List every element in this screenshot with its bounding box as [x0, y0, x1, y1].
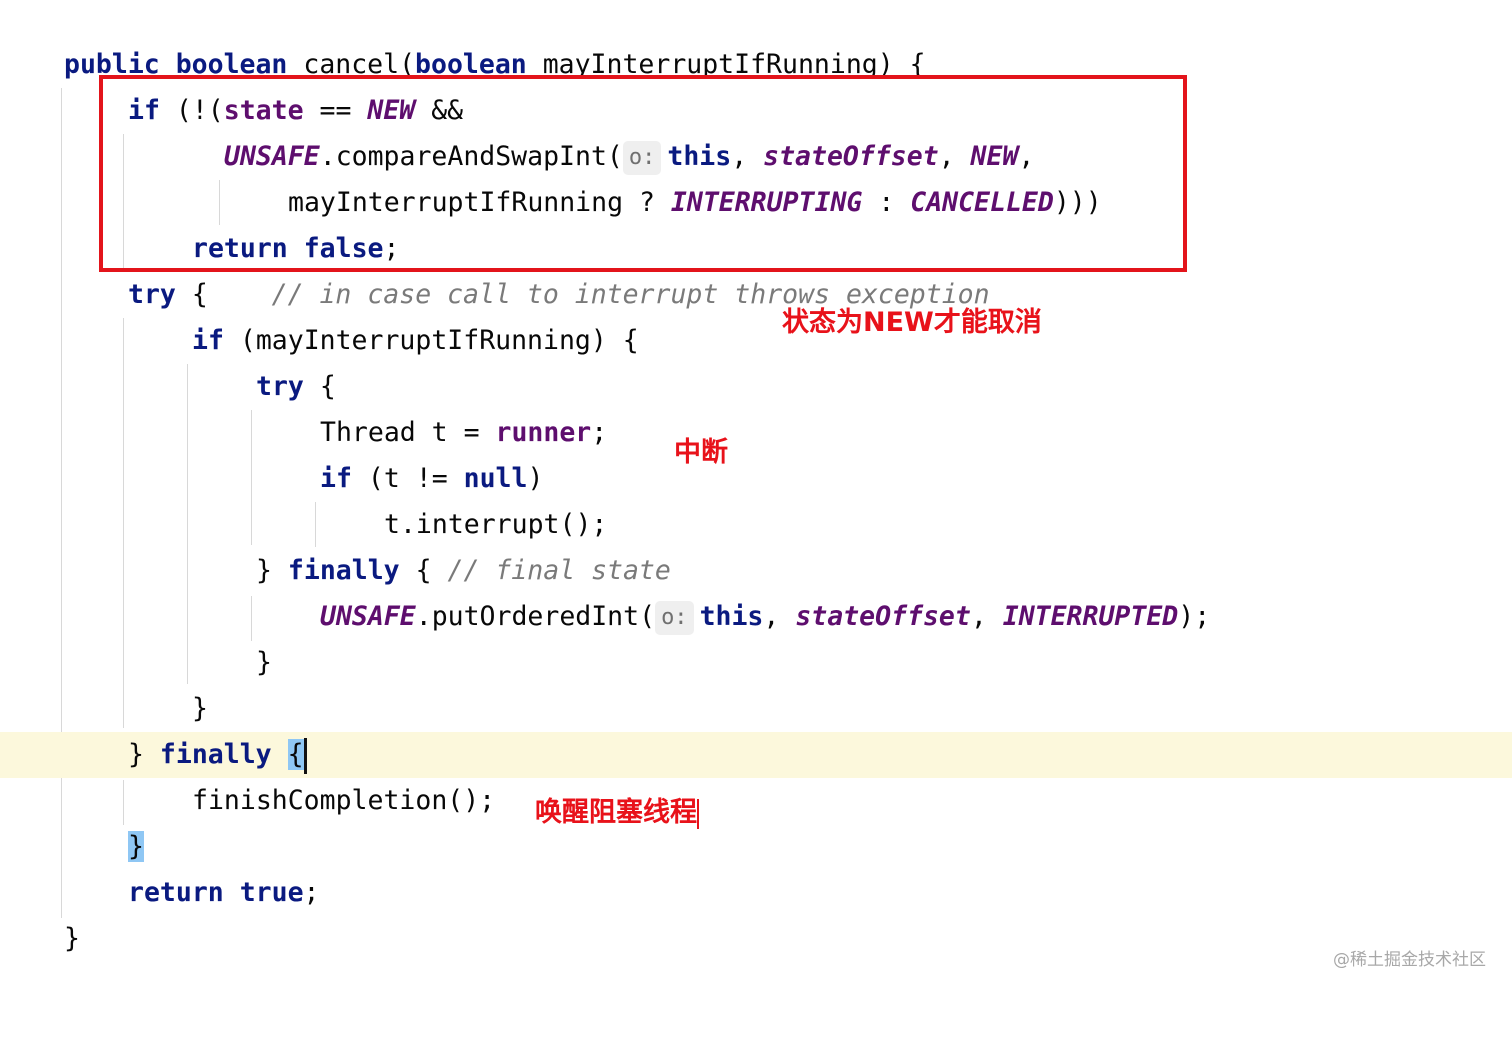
code-line[interactable]: t.interrupt();: [0, 502, 1512, 548]
code-text: (t !=: [351, 463, 464, 494]
code-text: );: [1178, 601, 1211, 632]
code-line-current[interactable]: } finally {: [0, 732, 1512, 778]
code-line[interactable]: }: [0, 686, 1512, 732]
annotation-text: 唤醒阻塞线程: [535, 797, 697, 828]
keyword: null: [463, 463, 528, 494]
keyword: if: [320, 463, 352, 494]
constant-ref: INTERRUPTED: [1002, 601, 1179, 632]
annotation-wake-blocked: 唤醒阻塞线程: [535, 790, 699, 829]
code-text: {: [303, 371, 336, 402]
code-text: ;: [303, 877, 320, 908]
keyword: try: [256, 371, 304, 402]
keyword: finally: [159, 739, 272, 770]
code-text: {: [399, 555, 448, 586]
keyword: this: [699, 601, 764, 632]
keyword: true: [239, 877, 304, 908]
code-text: ): [527, 463, 544, 494]
code-text: }: [64, 923, 80, 954]
constant-ref: stateOffset: [795, 601, 971, 632]
code-line[interactable]: if (mayInterruptIfRunning) {: [0, 318, 1512, 364]
code-text: t.interrupt();: [384, 509, 608, 540]
keyword: return: [128, 877, 224, 908]
annotation-state-new: 状态为NEW才能取消: [782, 307, 1042, 338]
matched-brace: }: [128, 831, 144, 862]
code-line[interactable]: }: [0, 640, 1512, 686]
code-text: .putOrderedInt(: [415, 601, 656, 632]
code-text: ;: [591, 417, 608, 448]
constant-ref: UNSAFE: [320, 601, 416, 632]
keyword: finally: [287, 555, 400, 586]
code-line[interactable]: try {: [0, 364, 1512, 410]
watermark: @稀土掘金技术社区: [1333, 950, 1486, 970]
code-line[interactable]: return true;: [0, 870, 1512, 916]
code-line[interactable]: } finally { // final state: [0, 548, 1512, 594]
code-line[interactable]: UNSAFE.putOrderedInt(o: this, stateOffset…: [0, 594, 1512, 640]
code-text: }: [192, 693, 208, 724]
code-line[interactable]: if (t != null): [0, 456, 1512, 502]
code-comment: // final state: [447, 555, 671, 586]
highlight-box: [99, 75, 1187, 272]
code-text: (mayInterruptIfRunning) {: [223, 325, 639, 356]
code-text: ,: [970, 601, 1003, 632]
code-text: finishCompletion();: [192, 785, 496, 816]
code-line[interactable]: finishCompletion();: [0, 778, 1512, 824]
code-text: }: [256, 555, 288, 586]
code-text: }: [128, 739, 160, 770]
field-ref: runner: [495, 417, 592, 448]
annotation-caret: [697, 798, 699, 829]
parameter-hint: o:: [655, 600, 694, 635]
code-line[interactable]: try { // in case call to interrupt throw…: [0, 272, 1512, 318]
code-text: ,: [763, 601, 796, 632]
keyword: if: [192, 325, 224, 356]
code-text: Thread t =: [320, 417, 496, 448]
code-line[interactable]: }: [0, 916, 1512, 962]
code-editor[interactable]: public boolean cancel(boolean mayInterru…: [0, 0, 1512, 996]
code-line[interactable]: Thread t = runner;: [0, 410, 1512, 456]
code-line[interactable]: }: [0, 824, 1512, 870]
annotation-interrupt: 中断: [674, 437, 728, 468]
text-caret: [303, 737, 307, 774]
code-text: {: [175, 279, 272, 310]
matched-brace: {: [287, 739, 304, 770]
code-text: }: [256, 647, 272, 678]
keyword: try: [128, 279, 176, 310]
